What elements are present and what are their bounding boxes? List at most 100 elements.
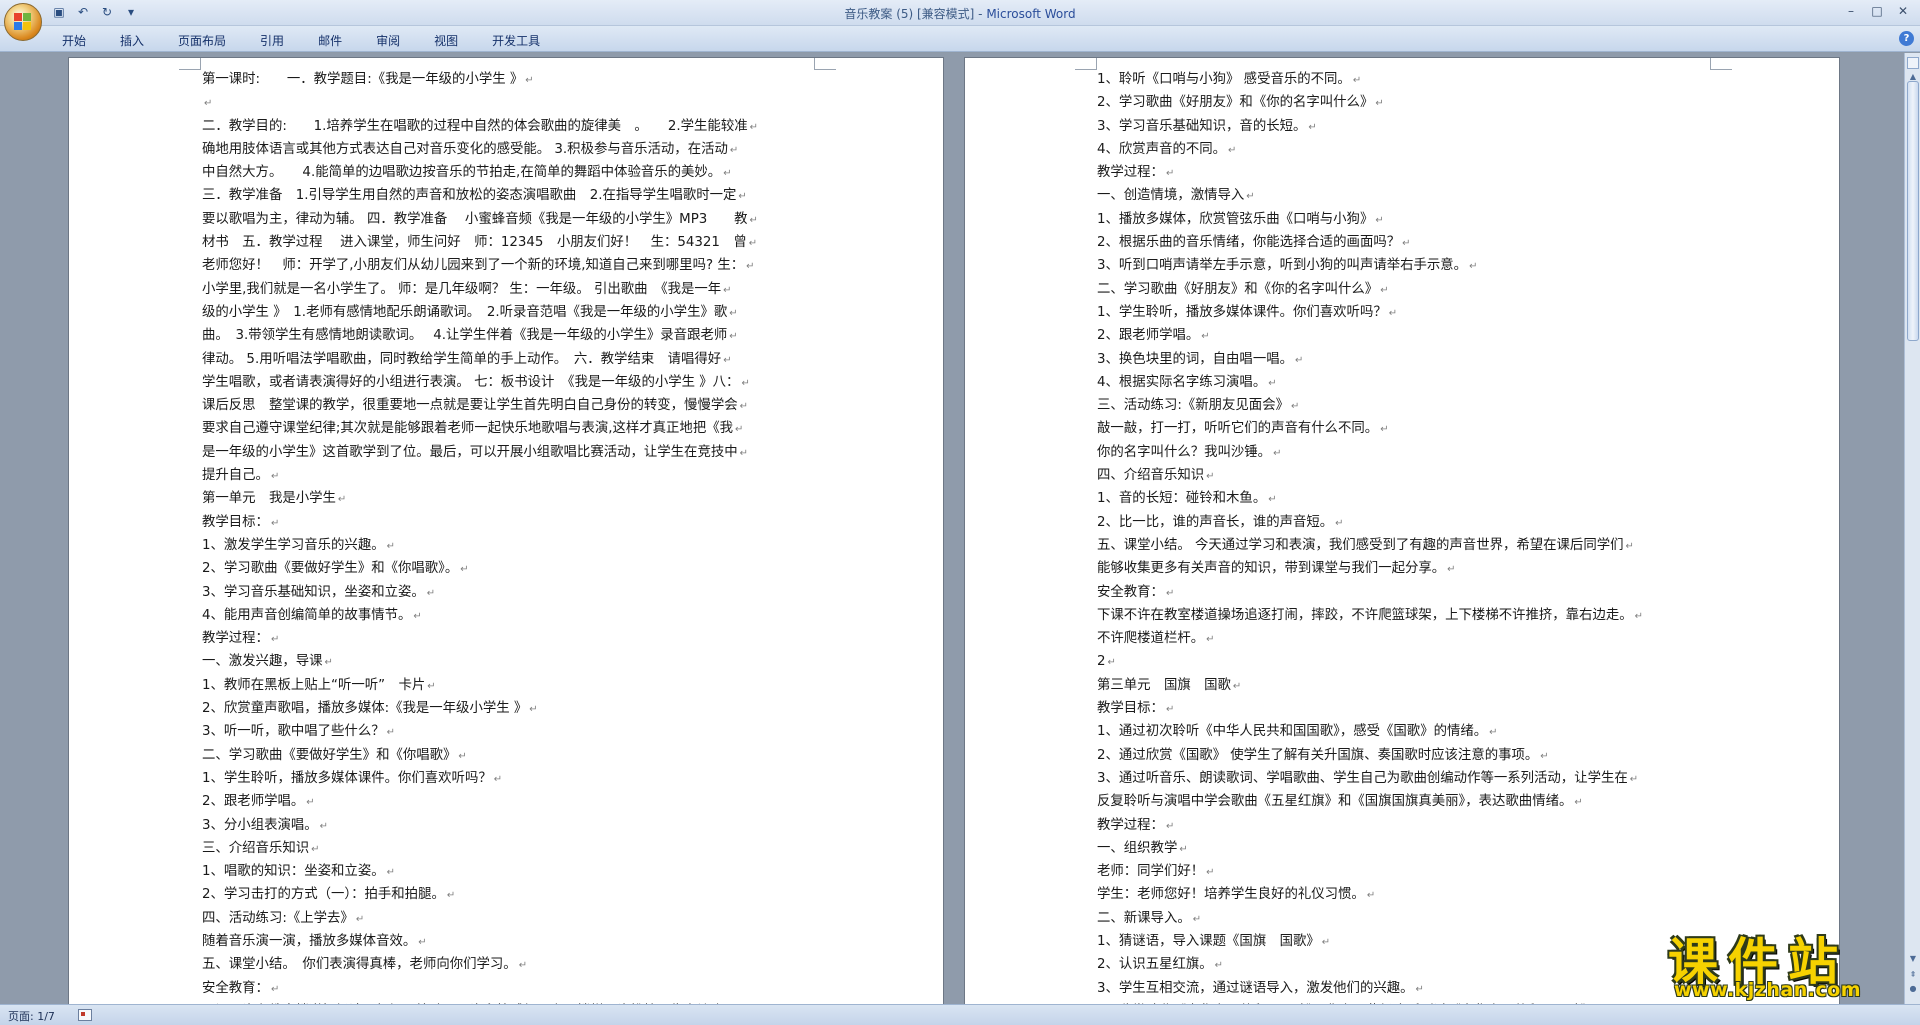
paragraph-mark-icon: ↵ — [270, 517, 280, 529]
line-text: 4、能用声音创编简单的故事情节。 — [202, 607, 412, 623]
line-text: 小学里,我们就是一名小学生了。 师：是几年级啊？ 生：一年级。 引出歌曲 《我是… — [202, 281, 722, 297]
paragraph-line: 2、欣赏童声歌唱，播放多媒体:《我是一年级小学生 》 ↵ — [202, 697, 812, 720]
paragraph-line: 4、根据实际名字练习演唱。 ↵ — [1097, 371, 1717, 394]
line-text: 第一课时: 一．教学题目:《我是一年级的小学生 》 — [202, 72, 524, 87]
paragraph-mark-icon: ↵ — [386, 540, 395, 552]
paragraph-mark-icon: ↵ — [306, 797, 315, 809]
paragraph-line: 教学过程： ↵ — [1097, 814, 1717, 837]
paragraph-mark-icon: ↵ — [324, 657, 333, 669]
proofing-icon[interactable] — [78, 1009, 92, 1021]
paragraph-mark-icon: ↵ — [1192, 913, 1202, 925]
paragraph-mark-icon: ↵ — [386, 867, 395, 879]
paragraph-mark-icon: ↵ — [1625, 540, 1634, 552]
paragraph-mark-icon: ↵ — [1308, 121, 1317, 133]
paragraph-mark-icon: ↵ — [1352, 75, 1362, 86]
paragraph-line: 教学目标： ↵ — [1097, 697, 1717, 720]
view-ruler-button[interactable] — [1907, 57, 1919, 69]
line-text: 老师：同学们好！ — [1097, 864, 1205, 880]
paragraph-line: 不许爬楼道栏杆。 ↵ — [1097, 627, 1717, 650]
line-text: 3、学习音乐基础知识，音的长短。 — [1097, 118, 1307, 134]
paragraph-mark-icon: ↵ — [426, 587, 436, 599]
paragraph-mark-icon: ↵ — [1415, 983, 1424, 995]
paragraph-mark-icon: ↵ — [1165, 820, 1175, 832]
close-button[interactable]: ✕ — [1890, 2, 1916, 20]
paragraph-line: 1、音的长短：碰铃和木鱼。 ↵ — [1097, 487, 1717, 510]
tab-home[interactable]: 开始 — [52, 30, 96, 51]
vertical-scrollbar[interactable]: ▲ ▼ ⇞ ● — [1904, 53, 1920, 1004]
line-text: 教学过程： — [1097, 817, 1164, 833]
line-text: 三、介绍音乐知识 — [202, 840, 310, 856]
line-text: 一、激发兴趣，导课 — [202, 654, 323, 670]
line-text: 二、学习歌曲《好朋友》和《你的名字叫什么》 — [1097, 281, 1379, 297]
document-area: 第一课时: 一．教学题目:《我是一年级的小学生 》 ↵ ↵ 二．教学目的: 1.培养学… — [0, 53, 1904, 1004]
tab-insert[interactable]: 插入 — [110, 30, 154, 51]
paragraph-line: 反复聆听与演唱中学会歌曲《五星红旗》和《国旗国旗真美丽》，表达歌曲情绪。 ↵ — [1097, 790, 1717, 813]
tab-developer[interactable]: 开发工具 — [482, 30, 550, 51]
paragraph-mark-icon: ↵ — [1165, 168, 1175, 180]
paragraph-line: 2、学习歌曲《要做好学生》和《你唱歌》。 ↵ — [202, 557, 812, 580]
paragraph-line: 1、学生聆听，播放多媒体课件。你们喜欢听吗？ ↵ — [1097, 301, 1717, 324]
paragraph-line: 小学里,我们就是一名小学生了。 师：是几年级啊？ 生：一年级。 引出歌曲 《我是… — [202, 278, 812, 301]
line-text: 敲一敲，打一打，听听它们的声音有什么不同。 — [1097, 421, 1379, 437]
minimize-button[interactable]: – — [1838, 2, 1864, 20]
line-text: 二、学习歌曲《要做好学生》和《你唱歌》 — [202, 747, 457, 763]
page-2-text[interactable]: 1、聆听《口哨与小狗》 感受音乐的不同。 ↵ 2、学习歌曲《好朋友》和《你的名字叫什… — [1097, 68, 1717, 1004]
paragraph-mark-icon: ↵ — [460, 564, 469, 576]
paragraph-line: 曲。 3.带领学生有感情地朗读歌词。 4.让学生伴着《我是一年级的小学生》录音跟… — [202, 324, 812, 347]
paragraph-line: 3、学生互相交流，通过谜语导入，激发他们的兴趣。 ↵ — [1097, 977, 1717, 1000]
scrollbar-thumb[interactable] — [1907, 81, 1919, 341]
paragraph-line: 第三单元 国旗 国歌 ↵ — [1097, 674, 1717, 697]
line-text: 1、激发学生学习音乐的兴趣。 — [202, 537, 385, 553]
paragraph-mark-icon: ↵ — [458, 750, 467, 762]
paragraph-mark-icon: ↵ — [749, 214, 758, 226]
app-name: Microsoft Word — [986, 7, 1076, 21]
line-text: 二．教学目的: 1.培养学生在唱歌的过程中自然的体会歌曲的旋律美 。 2.学生能… — [202, 118, 748, 134]
paragraph-line: 2、跟老师学唱。 ↵ — [1097, 324, 1717, 347]
paragraph-line: 三、介绍音乐知识 ↵ — [202, 837, 812, 860]
paragraph-mark-icon: ↵ — [270, 634, 280, 646]
maximize-button[interactable]: □ — [1864, 2, 1890, 20]
line-text: 确地用肢体语言或其他方式表达自己对音乐变化的感受能。 3.积极参与音乐活动，在活… — [202, 141, 728, 157]
crop-mark — [814, 58, 836, 70]
paragraph-line: 2、学习歌曲《好朋友》和《你的名字叫什么》 ↵ — [1097, 91, 1717, 114]
paragraph-mark-icon: ↵ — [1214, 960, 1224, 972]
paragraph-line: 第一课时: 一．教学题目:《我是一年级的小学生 》 ↵ — [202, 68, 812, 91]
paragraph-mark-icon: ↵ — [1295, 354, 1304, 366]
paragraph-mark-icon: ↵ — [739, 401, 749, 413]
tab-references[interactable]: 引用 — [250, 30, 294, 51]
paragraph-mark-icon: ↵ — [525, 75, 534, 86]
paragraph-line: 四、活动练习:《上学去》 ↵ — [202, 907, 812, 930]
paragraph-line: 五、课堂小结。 你们表演得真棒，老师向你们学习。 ↵ — [202, 953, 812, 976]
line-text: 2、认识五星红旗。 — [1097, 957, 1213, 973]
paragraph-line: 随着音乐演一演，播放多媒体音效。 ↵ — [202, 930, 812, 953]
tab-page-layout[interactable]: 页面布局 — [168, 30, 236, 51]
paragraph-line: 2、跟老师学唱。 ↵ — [202, 790, 812, 813]
paragraph-mark-icon: ↵ — [729, 307, 738, 319]
paragraph-line: 一、激发兴趣，导课 ↵ — [202, 650, 812, 673]
line-text: 3、通过听音乐、朗读歌词、学唱歌曲、学生自己为歌曲创编动作等一系列活动，让学生在 — [1097, 770, 1628, 786]
line-text: 1、音的长短：碰铃和木鱼。 — [1097, 491, 1267, 507]
paragraph-line: 要以歌唱为主，律动为辅。 四．教学准备 小蜜蜂音频《我是一年级的小学生》MP3 … — [202, 208, 812, 231]
paragraph-line: 3、学习音乐基础知识，音的长短。 ↵ — [1097, 115, 1717, 138]
page-counter[interactable]: 页面: 1/7 — [8, 1008, 55, 1024]
paragraph-line: 是一年级的小学生》这首歌学到了位。最后，可以开展小组歌唱比赛活动，让学生在竞技中… — [202, 441, 812, 464]
tab-view[interactable]: 视图 — [424, 30, 468, 51]
line-text: 4、欣赏声音的不同。 — [1097, 141, 1227, 157]
paragraph-line: 确地用肢体语言或其他方式表达自己对音乐变化的感受能。 3.积极参与音乐活动，在活… — [202, 138, 812, 161]
paragraph-mark-icon: ↵ — [1228, 144, 1237, 156]
page-1-text[interactable]: 第一课时: 一．教学题目:《我是一年级的小学生 》 ↵ ↵ 二．教学目的: 1.培养学… — [202, 68, 812, 1004]
paragraph-mark-icon: ↵ — [418, 936, 427, 948]
paragraph-mark-icon: ↵ — [723, 354, 732, 366]
help-icon[interactable]: ? — [1899, 31, 1914, 46]
paragraph-mark-icon: ↵ — [1634, 610, 1644, 622]
status-bar: 页面: 1/7 — [0, 1004, 1920, 1025]
paragraph-line: 1、聆听《口哨与小狗》 感受音乐的不同。 ↵ — [1097, 68, 1717, 91]
tab-mailings[interactable]: 邮件 — [308, 30, 352, 51]
line-text: 1、学生聆听，播放多媒体课件。你们喜欢听吗？ — [1097, 304, 1387, 320]
paragraph-line: 中自然大方。 4.能简单的边唱歌边按音乐的节拍走,在简单的舞蹈中体验音乐的美妙。… — [202, 161, 812, 184]
office-button[interactable] — [4, 3, 42, 41]
crop-mark — [179, 58, 201, 70]
tab-review[interactable]: 审阅 — [366, 30, 410, 51]
paragraph-line: 下课不许在教室楼道操场追逐打闹，摔跤，不许爬篮球架，上下楼梯不许推挤，靠右边走。… — [1097, 604, 1717, 627]
paragraph-line: 1、教师在黑板上贴上“听一听” 卡片 ↵ — [202, 674, 812, 697]
